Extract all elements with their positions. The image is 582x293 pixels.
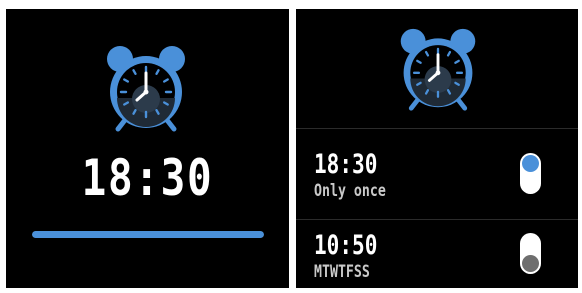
alarm-clock-icon: [101, 42, 191, 134]
alarm-item-repeat: MTWTFSS: [314, 262, 370, 282]
alarm-toggle[interactable]: [520, 233, 541, 274]
divider: [296, 219, 578, 220]
alarm-item-time: 18:30: [314, 149, 378, 180]
progress-fill: [32, 231, 264, 238]
toggle-knob: [522, 155, 539, 172]
alarm-list-item[interactable]: 18:30 Only once: [296, 149, 578, 225]
alarm-item-repeat: Only once: [314, 181, 386, 201]
alarm-item-time: 10:50: [314, 230, 378, 261]
alarm-time: 18:30: [81, 149, 214, 207]
toggle-knob: [522, 255, 539, 272]
divider: [296, 128, 578, 129]
alarm-list-item[interactable]: 10:50 MTWTFSS: [296, 230, 578, 288]
alarm-clock-icon: [395, 25, 481, 113]
alarm-toggle[interactable]: [520, 153, 541, 194]
alarm-ringing-screen: 18:30: [6, 9, 289, 288]
dismiss-progress-bar[interactable]: [32, 231, 264, 238]
alarm-list-screen: 18:30 Only once 10:50 MTWTFSS: [296, 9, 578, 288]
